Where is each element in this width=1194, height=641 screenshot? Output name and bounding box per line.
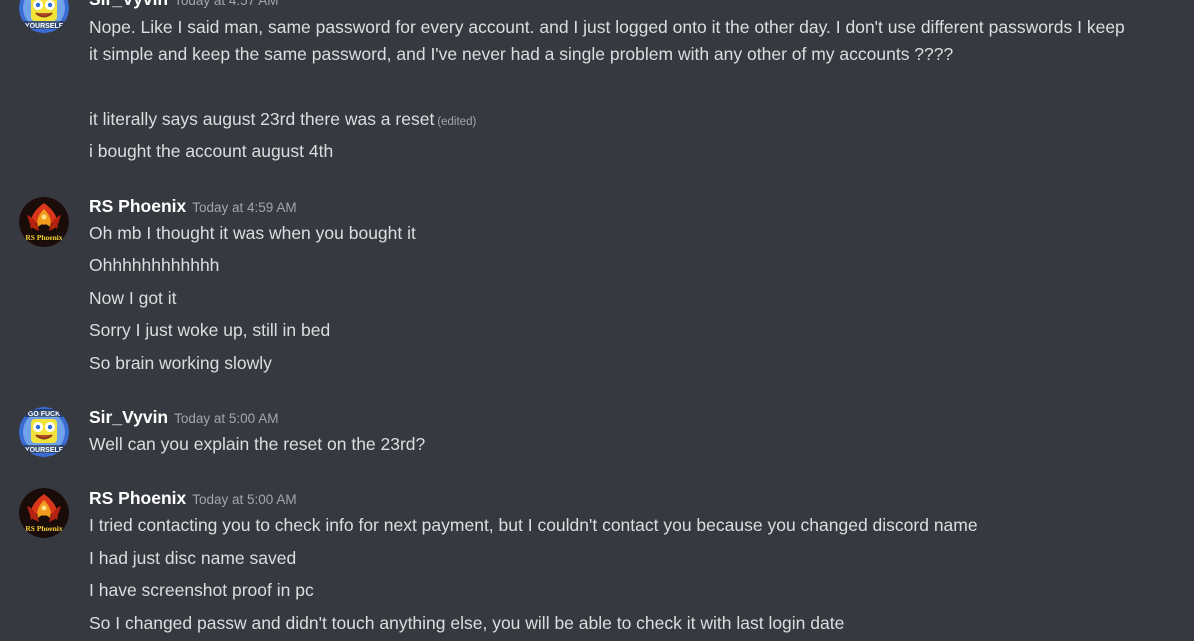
- message-text: I tried contacting you to check info for…: [89, 515, 978, 535]
- avatar-caption: RS Phoenix: [25, 524, 63, 533]
- phoenix-avatar-icon[interactable]: RS Phoenix: [19, 197, 69, 247]
- message-text: So brain working slowly: [89, 353, 272, 373]
- message-body: it literally says august 23rd there was …: [89, 109, 435, 129]
- chat-messages: YOURSELF Sir_Vyvin Today at 4:57 AM Nope.…: [0, 0, 1194, 641]
- timestamp: Today at 4:57 AM: [174, 0, 279, 8]
- message-text: Nope. Like I said man, same password for…: [89, 17, 1125, 64]
- message-text: Sorry I just woke up, still in bed: [89, 320, 331, 340]
- message-text: it literally says august 23rd there was …: [89, 106, 1129, 136]
- message-text: Oh mb I thought it was when you bought i…: [89, 223, 416, 243]
- message-text: Now I got it: [89, 288, 177, 308]
- message-text: I had just disc name saved: [89, 548, 297, 568]
- message-text: I have screenshot proof in pc: [89, 580, 314, 600]
- message-header: Sir_Vyvin Today at 4:57 AM: [89, 0, 278, 10]
- spongebob-avatar-icon[interactable]: YOURSELF: [19, 0, 69, 33]
- username[interactable]: Sir_Vyvin: [89, 407, 168, 427]
- username[interactable]: Sir_Vyvin: [89, 0, 168, 9]
- message-header: RS Phoenix Today at 5:00 AM: [89, 487, 297, 509]
- message-header: Sir_Vyvin Today at 5:00 AM: [89, 406, 278, 428]
- avatar-caption-bottom: YOURSELF: [25, 447, 64, 454]
- message-text: Ohhhhhhhhhhhh: [89, 255, 220, 275]
- avatar-caption: RS Phoenix: [25, 233, 63, 242]
- timestamp: Today at 4:59 AM: [192, 200, 297, 215]
- avatar-caption-top: GO FUCK: [28, 411, 60, 418]
- avatar-caption-bottom: YOURSELF: [25, 23, 64, 30]
- message-text: Well can you explain the reset on the 23…: [89, 434, 426, 454]
- phoenix-avatar-icon[interactable]: RS Phoenix: [19, 488, 69, 538]
- timestamp: Today at 5:00 AM: [174, 411, 279, 426]
- message-text: i bought the account august 4th: [89, 141, 334, 161]
- timestamp: Today at 5:00 AM: [192, 492, 297, 507]
- message-text: So I changed passw and didn't touch anyt…: [89, 613, 845, 633]
- edited-label: (edited): [437, 116, 477, 128]
- username[interactable]: RS Phoenix: [89, 488, 186, 508]
- spongebob-avatar-icon[interactable]: GO FUCK YOURSELF: [19, 407, 69, 457]
- username[interactable]: RS Phoenix: [89, 196, 186, 216]
- message-header: RS Phoenix Today at 4:59 AM: [89, 195, 297, 217]
